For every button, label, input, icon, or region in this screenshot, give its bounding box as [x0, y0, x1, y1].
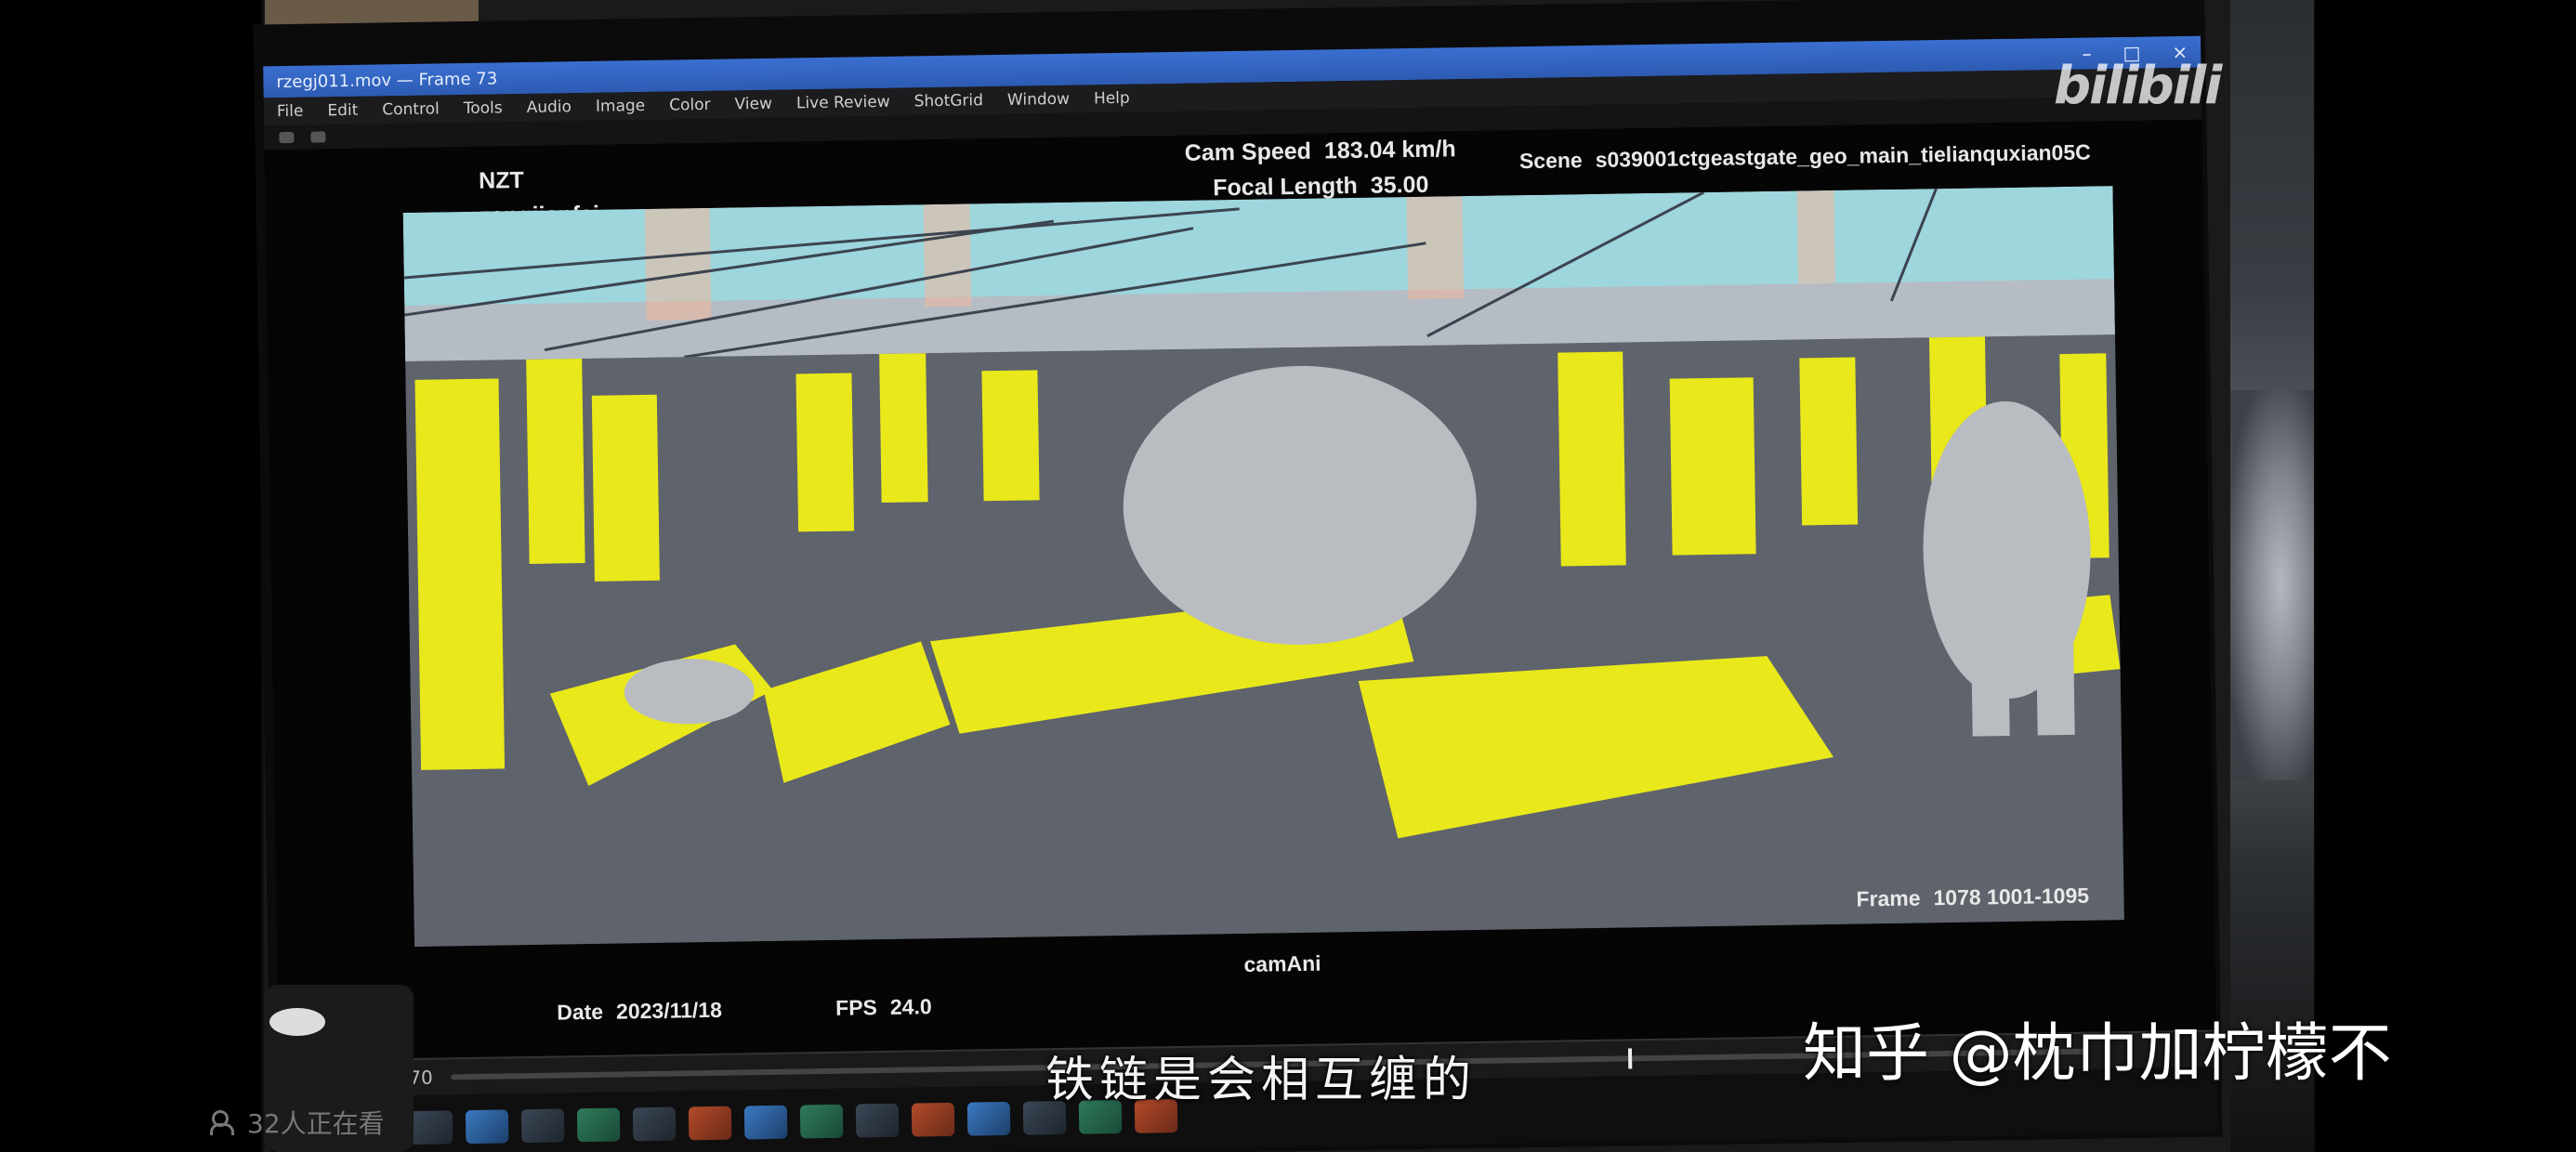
hud-cam-speed-value: 183.04 km/h [1323, 136, 1456, 164]
hud-fps-label: FPS [835, 995, 878, 1020]
menu-shotgrid[interactable]: ShotGrid [914, 91, 984, 111]
desk-object [269, 1008, 325, 1036]
taskbar-app-icon[interactable] [966, 1101, 1011, 1136]
hud-focal-length-value: 35.00 [1370, 171, 1429, 199]
hud-camera-name: camAni [1243, 950, 1321, 976]
taskbar-app-icon[interactable] [855, 1103, 900, 1138]
taskbar-app-icon[interactable] [576, 1107, 621, 1143]
taskbar-app-icon[interactable] [520, 1108, 565, 1144]
viewer-viewport[interactable]: NZT zengjianfei Cam Speed183.04 km/h Foc… [264, 119, 2216, 1061]
hud-focal-length-label: Focal Length [1213, 172, 1359, 202]
hud-date: Date 2023/11/18 [557, 998, 722, 1026]
hud-scene: Scene s039001ctgeastgate_geo_main_tielian… [1519, 140, 2091, 175]
menu-audio[interactable]: Audio [526, 98, 572, 117]
hud-fps: FPS 24.0 [835, 994, 932, 1021]
taskbar-app-icon[interactable] [911, 1102, 955, 1137]
taskbar-app-icon[interactable] [799, 1104, 844, 1139]
menu-file[interactable]: File [277, 102, 304, 121]
toolbar-play-icon[interactable] [279, 131, 295, 144]
window-title: rzegj011.mov — Frame 73 [276, 68, 498, 92]
video-subtitle: 铁链是会相互缠的 [1045, 1053, 1478, 1108]
viewer-count: 32人正在看 [210, 1104, 385, 1141]
hud-frame-label: Frame [1856, 885, 1921, 911]
hud-scene-label: Scene [1518, 148, 1583, 174]
hud-frame-value: 1078 1001-1095 [1933, 883, 2090, 910]
taskbar-app-icon[interactable] [465, 1109, 509, 1145]
hud-frame: Frame 1078 1001-1095 [1856, 884, 2089, 912]
menu-image[interactable]: Image [596, 97, 646, 116]
viewer-count-text: 32人正在看 [247, 1108, 385, 1139]
menu-view[interactable]: View [734, 95, 772, 114]
hud-date-label: Date [557, 999, 604, 1025]
toolbar-loop-icon[interactable] [310, 131, 326, 143]
menu-window[interactable]: Window [1007, 90, 1070, 110]
menu-live-review[interactable]: Live Review [796, 93, 890, 113]
taskbar-app-icon[interactable] [632, 1106, 677, 1142]
monitor: rzegj011.mov — Frame 73 – □ × File Edit … [253, 0, 2223, 1152]
hud-studio: NZT [478, 167, 524, 194]
bilibili-logo: bilibili [2054, 56, 2222, 116]
hud-cam-speed-label: Cam Speed [1184, 137, 1312, 166]
3d-scene-render [402, 186, 2124, 947]
taskbar-app-icon[interactable] [688, 1106, 732, 1141]
viewers-icon [210, 1110, 238, 1135]
taskbar-app-icon[interactable] [743, 1105, 788, 1140]
timeline-playhead[interactable] [1628, 1048, 1633, 1069]
menu-edit[interactable]: Edit [327, 101, 358, 121]
menu-tools[interactable]: Tools [464, 98, 503, 118]
zhihu-watermark: 知乎 @枕巾加柠檬不 [1803, 1017, 2392, 1091]
hud-camera-info: Cam Speed 183.04 km/h Focal Length 35.00 [1184, 131, 1456, 206]
menu-color[interactable]: Color [669, 96, 711, 115]
hud-date-value: 2023/11/18 [615, 997, 723, 1024]
background-object [2230, 390, 2314, 780]
taskbar-app-icon[interactable] [409, 1110, 453, 1145]
hud-fps-value: 24.0 [889, 994, 932, 1019]
menu-help[interactable]: Help [1094, 89, 1130, 109]
hud-scene-value: s039001ctgeastgate_geo_main_tielianquxia… [1595, 139, 2091, 172]
menu-control[interactable]: Control [382, 99, 440, 119]
scene-illustration [402, 186, 2124, 947]
